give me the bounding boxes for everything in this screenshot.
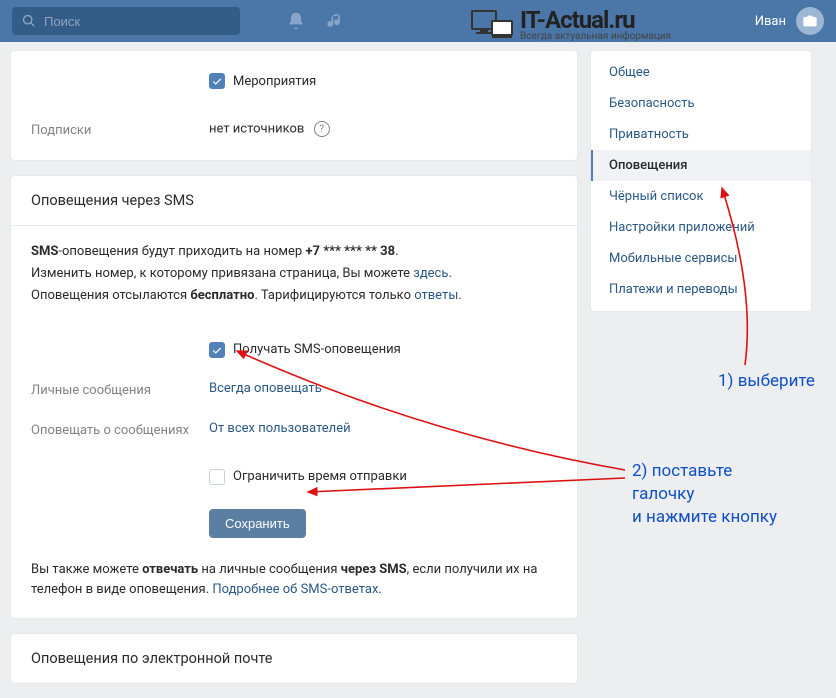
sms-info-line2: Изменить номер, к которому привязана стр…: [31, 264, 557, 284]
events-checkbox-label: Мероприятия: [233, 74, 316, 89]
help-icon[interactable]: ?: [314, 121, 330, 137]
annotation-1: 1) выберите: [718, 370, 815, 393]
notify-about-value[interactable]: От всех пользователей: [209, 421, 351, 436]
events-checkbox[interactable]: Мероприятия: [209, 73, 557, 89]
sidebar-item-payments[interactable]: Платежи и переводы: [591, 274, 811, 305]
receive-sms-label: Получать SMS-оповещения: [233, 340, 401, 360]
checkbox-checked-icon: [209, 342, 225, 358]
email-section-title: Оповещения по электронной почте: [11, 634, 577, 683]
sidebar-item-security[interactable]: Безопасность: [591, 88, 811, 119]
sidebar-item-blacklist[interactable]: Чёрный список: [591, 181, 811, 212]
watermark-title: IT-Actual.ru: [520, 8, 671, 32]
sms-footer-text: Вы также можете отвечать на личные сообщ…: [31, 560, 557, 600]
search-icon: [22, 14, 36, 28]
change-number-link[interactable]: здесь: [413, 266, 448, 281]
receive-sms-checkbox[interactable]: Получать SMS-оповещения: [209, 340, 557, 360]
personal-messages-value[interactable]: Всегда оповещать: [209, 381, 322, 396]
sms-section-title: Оповещения через SMS: [11, 176, 577, 226]
sms-info-line1: SMS-оповещения будут приходить на номер …: [31, 242, 557, 262]
events-card: Мероприятия Подписки нет источников ?: [10, 50, 578, 161]
personal-messages-label: Личные сообщения: [31, 379, 209, 401]
search-box[interactable]: [12, 7, 240, 35]
sidebar-item-app-settings[interactable]: Настройки приложений: [591, 212, 811, 243]
user-name: Иван: [755, 14, 786, 29]
sidebar-item-notifications[interactable]: Оповещения: [591, 150, 811, 181]
save-button[interactable]: Сохранить: [209, 509, 306, 538]
checkbox-unchecked-icon: [209, 469, 225, 485]
topbar-user[interactable]: Иван: [755, 7, 824, 35]
watermark: IT-Actual.ru Всегда актуальная информаци…: [470, 8, 671, 42]
watermark-subtitle: Всегда актуальная информация: [520, 32, 671, 42]
annotation-2: 2) поставьте галочку и нажмите кнопку: [632, 460, 777, 529]
subscriptions-label: Подписки: [31, 121, 209, 138]
topbar: Иван: [0, 0, 836, 42]
sidebar-item-general[interactable]: Общее: [591, 57, 811, 88]
sms-info-line3: Оповещения отсылаются бесплатно. Тарифиц…: [31, 286, 557, 306]
music-icon[interactable]: [324, 11, 344, 31]
notify-about-label: Оповещать о сообщениях: [31, 419, 209, 441]
sidebar-item-mobile[interactable]: Мобильные сервисы: [591, 243, 811, 274]
email-card: Оповещения по электронной почте: [10, 633, 578, 684]
limit-time-label: Ограничить время отправки: [233, 467, 407, 487]
watermark-logo: [470, 9, 514, 41]
camera-icon: [802, 13, 818, 29]
checkbox-checked-icon: [209, 73, 225, 89]
subscriptions-value: нет источников: [209, 121, 304, 136]
search-input[interactable]: [44, 14, 230, 29]
sidebar-menu: Общее Безопасность Приватность Оповещени…: [590, 50, 812, 312]
sms-answers-more-link[interactable]: Подробнее об SMS-ответах: [212, 582, 378, 597]
avatar: [796, 7, 824, 35]
topbar-icons: [286, 11, 344, 31]
bell-icon[interactable]: [286, 11, 306, 31]
answers-link[interactable]: ответы: [414, 288, 458, 303]
sms-card: Оповещения через SMS SMS-оповещения буду…: [10, 175, 578, 619]
limit-time-checkbox[interactable]: Ограничить время отправки: [209, 467, 557, 487]
sidebar-item-privacy[interactable]: Приватность: [591, 119, 811, 150]
